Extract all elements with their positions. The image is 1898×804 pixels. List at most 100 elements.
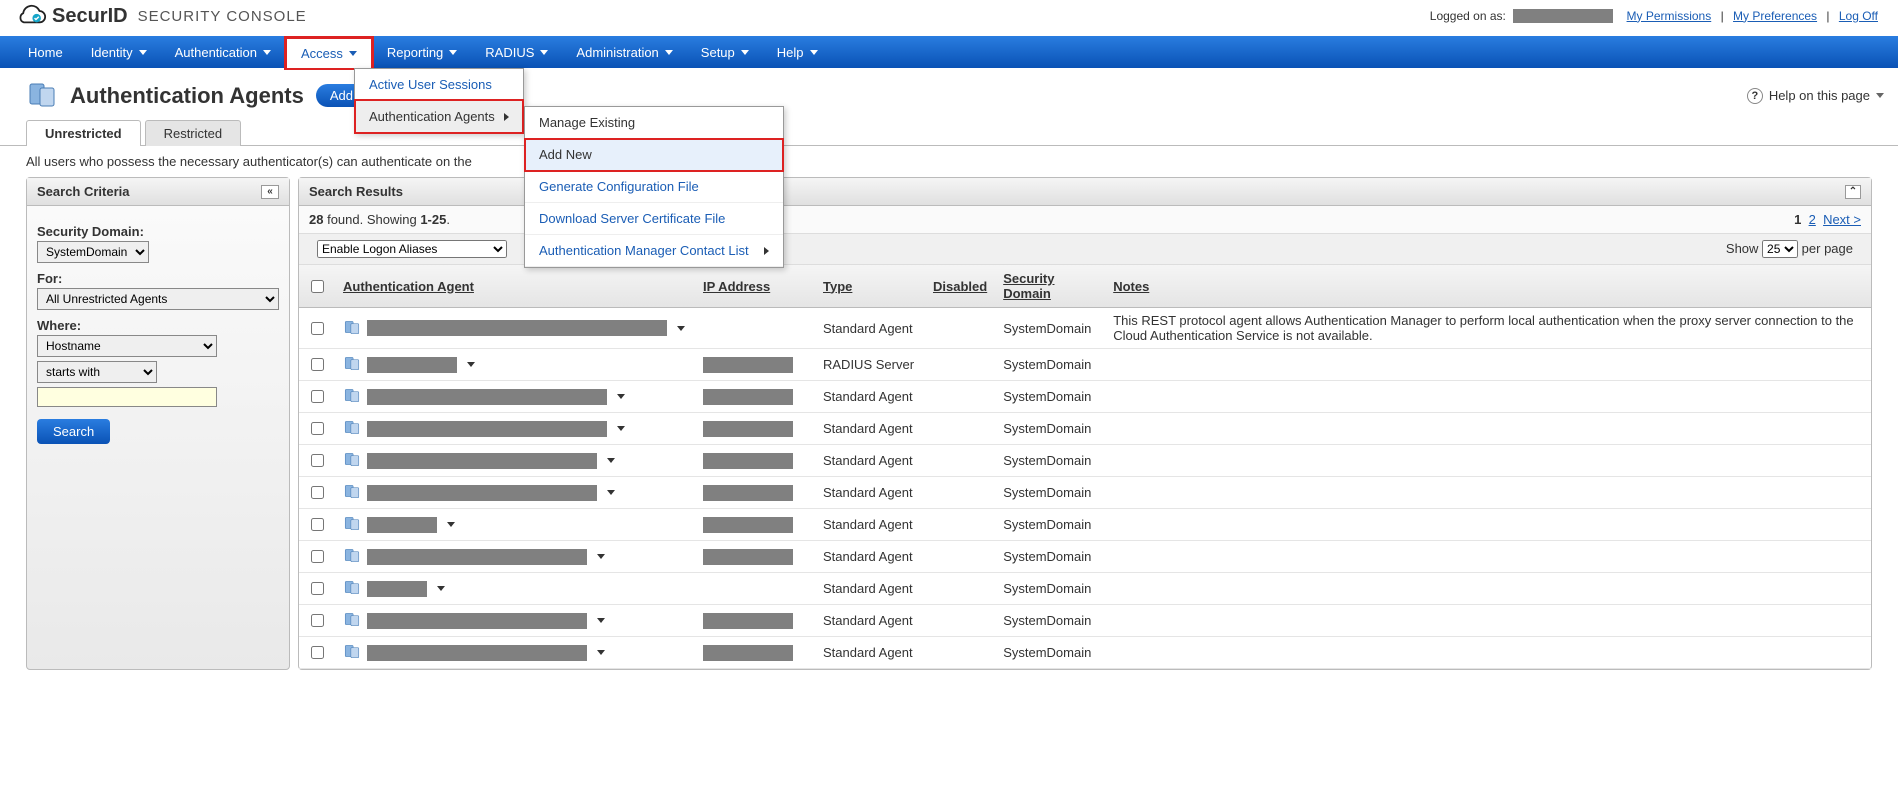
agent-cell[interactable] (343, 514, 687, 535)
results-count: 28 found. Showing 1-25. (309, 212, 450, 227)
col-disabled[interactable]: Disabled (925, 265, 995, 308)
agent-name-redacted (367, 485, 597, 501)
agent-cell[interactable] (343, 482, 687, 503)
tab-unrestricted[interactable]: Unrestricted (26, 120, 141, 146)
row-checkbox[interactable] (311, 486, 324, 499)
domain-cell: SystemDomain (995, 541, 1105, 573)
agent-icon (343, 482, 361, 503)
domain-cell: SystemDomain (995, 381, 1105, 413)
agent-icon (343, 354, 361, 375)
submenu-add-new[interactable]: Add New (525, 139, 783, 171)
table-row: Standard AgentSystemDomain (299, 381, 1871, 413)
agent-name-redacted (367, 581, 427, 597)
where-op-select[interactable]: starts with (37, 361, 157, 383)
row-checkbox[interactable] (311, 646, 324, 659)
bulk-action-select[interactable]: Enable Logon Aliases (317, 240, 507, 258)
row-checkbox[interactable] (311, 518, 324, 531)
disabled-cell (925, 509, 995, 541)
row-checkbox[interactable] (311, 358, 324, 371)
brand: SecurID SECURITY CONSOLE (14, 4, 307, 28)
agent-name-redacted (367, 645, 587, 661)
nav-reporting[interactable]: Reporting (373, 36, 471, 68)
help-on-this-page[interactable]: ? Help on this page (1747, 88, 1884, 104)
agent-cell[interactable] (343, 642, 687, 663)
agent-cell[interactable] (343, 546, 687, 567)
agent-cell[interactable] (343, 318, 687, 339)
row-checkbox[interactable] (311, 422, 324, 435)
row-checkbox[interactable] (311, 390, 324, 403)
my-preferences-link[interactable]: My Preferences (1733, 9, 1817, 23)
tab-restricted[interactable]: Restricted (145, 120, 242, 146)
caret-icon (1876, 93, 1884, 98)
page-2-link[interactable]: 2 (1809, 212, 1816, 227)
table-row: Standard AgentSystemDomainThis REST prot… (299, 308, 1871, 349)
agent-name-redacted (367, 389, 607, 405)
menu-item-label: Download Server Certificate File (539, 211, 725, 226)
domain-cell: SystemDomain (995, 477, 1105, 509)
desc-pre: All users who possess the necessary auth… (26, 154, 472, 169)
security-domain-select[interactable]: SystemDomain (37, 241, 149, 263)
nav-home[interactable]: Home (14, 36, 77, 68)
type-cell: Standard Agent (815, 637, 925, 669)
table-row: Standard AgentSystemDomain (299, 477, 1871, 509)
submenu-generate-config-file[interactable]: Generate Configuration File (525, 171, 783, 203)
col-domain[interactable]: Security Domain (995, 265, 1105, 308)
caret-icon (139, 50, 147, 55)
submenu-am-contact-list[interactable]: Authentication Manager Contact List (525, 235, 783, 267)
menu-authentication-agents[interactable]: Authentication Agents (355, 100, 523, 133)
row-checkbox[interactable] (311, 550, 324, 563)
agent-cell[interactable] (343, 450, 687, 471)
row-checkbox[interactable] (311, 454, 324, 467)
caret-icon (741, 50, 749, 55)
col-agent[interactable]: Authentication Agent (335, 265, 695, 308)
disabled-cell (925, 605, 995, 637)
nav-identity[interactable]: Identity (77, 36, 161, 68)
brand-logo: SecurID (14, 4, 128, 28)
row-checkbox[interactable] (311, 582, 324, 595)
collapse-sidebar-button[interactable]: « (261, 185, 279, 199)
chevron-down-icon (437, 586, 445, 591)
submenu-download-server-cert[interactable]: Download Server Certificate File (525, 203, 783, 235)
main-nav: Home Identity Authentication Access Repo… (0, 36, 1898, 68)
chevron-down-icon (617, 426, 625, 431)
nav-help[interactable]: Help (763, 36, 832, 68)
nav-access[interactable]: Access (285, 37, 373, 69)
nav-setup[interactable]: Setup (687, 36, 763, 68)
select-all-checkbox[interactable] (311, 280, 324, 293)
agent-cell[interactable] (343, 610, 687, 631)
per-page-select[interactable]: 25 (1762, 240, 1798, 258)
show-label: Show (1726, 241, 1762, 256)
agent-icon (343, 386, 361, 407)
where-value-input[interactable] (37, 387, 217, 407)
menu-item-label: Generate Configuration File (539, 179, 699, 194)
agent-cell[interactable] (343, 418, 687, 439)
row-checkbox[interactable] (311, 614, 324, 627)
agents-icon (26, 78, 58, 113)
col-type[interactable]: Type (815, 265, 925, 308)
agent-cell[interactable] (343, 578, 687, 599)
search-results-title: Search Results (309, 184, 403, 199)
submenu-manage-existing[interactable]: Manage Existing (525, 107, 783, 139)
nav-authentication[interactable]: Authentication (161, 36, 285, 68)
row-checkbox[interactable] (311, 322, 324, 335)
for-select[interactable]: All Unrestricted Agents (37, 288, 279, 310)
page-next-link[interactable]: Next > (1823, 212, 1861, 227)
log-off-link[interactable]: Log Off (1839, 9, 1878, 23)
nav-help-label: Help (777, 45, 804, 60)
table-row: Standard AgentSystemDomain (299, 573, 1871, 605)
agent-name-redacted (367, 357, 457, 373)
agent-cell[interactable] (343, 354, 687, 375)
where-field-select[interactable]: Hostname (37, 335, 217, 357)
security-domain-label: Security Domain: (37, 224, 279, 239)
menu-active-user-sessions[interactable]: Active User Sessions (355, 69, 523, 100)
col-ip[interactable]: IP Address (695, 265, 815, 308)
agent-cell[interactable] (343, 386, 687, 407)
search-button[interactable]: Search (37, 419, 110, 444)
chevron-down-icon (677, 326, 685, 331)
col-notes[interactable]: Notes (1105, 265, 1871, 308)
nav-administration[interactable]: Administration (562, 36, 686, 68)
my-permissions-link[interactable]: My Permissions (1627, 9, 1712, 23)
type-cell: Standard Agent (815, 445, 925, 477)
nav-radius[interactable]: RADIUS (471, 36, 562, 68)
scroll-up-button[interactable]: ⌃ (1845, 185, 1861, 199)
